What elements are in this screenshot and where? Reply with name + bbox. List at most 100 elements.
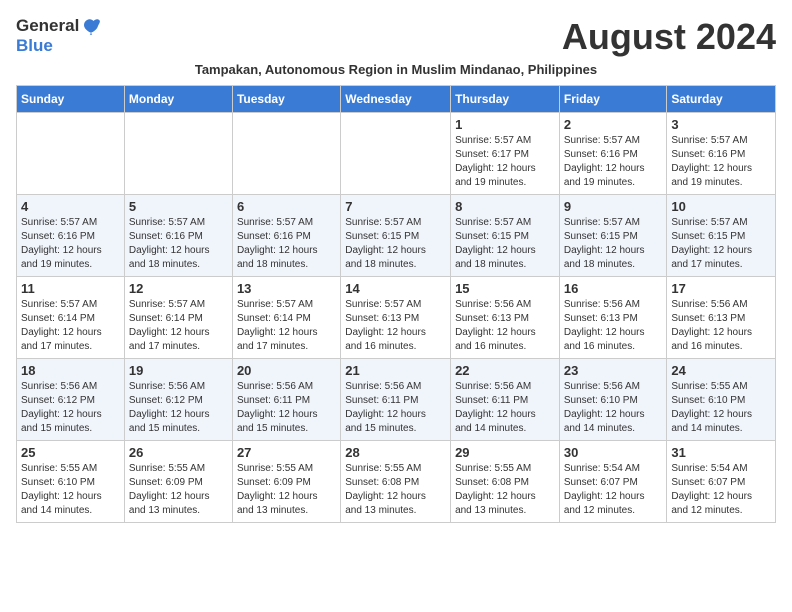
day-info: Sunrise: 5:56 AM Sunset: 6:10 PM Dayligh… — [564, 380, 663, 436]
logo-bird-icon — [81, 17, 101, 35]
day-number: 2 — [564, 117, 663, 132]
day-number: 8 — [455, 199, 555, 214]
day-number: 14 — [345, 281, 446, 296]
day-number: 3 — [671, 117, 771, 132]
day-info: Sunrise: 5:57 AM Sunset: 6:14 PM Dayligh… — [237, 298, 336, 354]
day-info: Sunrise: 5:57 AM Sunset: 6:15 PM Dayligh… — [345, 216, 446, 272]
day-info: Sunrise: 5:56 AM Sunset: 6:13 PM Dayligh… — [564, 298, 663, 354]
weekday-header-wednesday: Wednesday — [341, 86, 451, 113]
day-number: 19 — [129, 363, 228, 378]
day-info: Sunrise: 5:55 AM Sunset: 6:09 PM Dayligh… — [237, 462, 336, 518]
day-info: Sunrise: 5:56 AM Sunset: 6:13 PM Dayligh… — [455, 298, 555, 354]
day-number: 24 — [671, 363, 771, 378]
day-number: 26 — [129, 445, 228, 460]
day-info: Sunrise: 5:56 AM Sunset: 6:12 PM Dayligh… — [21, 380, 120, 436]
calendar-cell — [17, 113, 125, 195]
day-number: 4 — [21, 199, 120, 214]
day-info: Sunrise: 5:57 AM Sunset: 6:16 PM Dayligh… — [237, 216, 336, 272]
day-number: 29 — [455, 445, 555, 460]
logo-blue-text: Blue — [16, 36, 53, 55]
day-info: Sunrise: 5:57 AM Sunset: 6:13 PM Dayligh… — [345, 298, 446, 354]
day-number: 11 — [21, 281, 120, 296]
calendar-week-row: 4 Sunrise: 5:57 AM Sunset: 6:16 PM Daylig… — [17, 195, 776, 277]
day-number: 22 — [455, 363, 555, 378]
calendar-week-row: 18 Sunrise: 5:56 AM Sunset: 6:12 PM Dayli… — [17, 359, 776, 441]
day-number: 13 — [237, 281, 336, 296]
calendar-cell: 3 Sunrise: 5:57 AM Sunset: 6:16 PM Daylig… — [667, 113, 776, 195]
calendar-cell: 6 Sunrise: 5:57 AM Sunset: 6:16 PM Daylig… — [232, 195, 340, 277]
calendar-cell: 15 Sunrise: 5:56 AM Sunset: 6:13 PM Dayli… — [451, 277, 560, 359]
day-number: 1 — [455, 117, 555, 132]
day-number: 15 — [455, 281, 555, 296]
logo: General Blue — [16, 16, 101, 56]
weekday-header-sunday: Sunday — [17, 86, 125, 113]
day-number: 10 — [671, 199, 771, 214]
day-info: Sunrise: 5:57 AM Sunset: 6:16 PM Dayligh… — [21, 216, 120, 272]
day-number: 20 — [237, 363, 336, 378]
calendar-cell: 21 Sunrise: 5:56 AM Sunset: 6:11 PM Dayli… — [341, 359, 451, 441]
calendar-cell: 28 Sunrise: 5:55 AM Sunset: 6:08 PM Dayli… — [341, 441, 451, 523]
day-number: 31 — [671, 445, 771, 460]
day-number: 7 — [345, 199, 446, 214]
day-info: Sunrise: 5:56 AM Sunset: 6:11 PM Dayligh… — [237, 380, 336, 436]
month-title: August 2024 — [562, 16, 776, 58]
calendar-cell: 5 Sunrise: 5:57 AM Sunset: 6:16 PM Daylig… — [124, 195, 232, 277]
calendar-cell: 31Sunrise: 5:54 AM Sunset: 6:07 PM Dayli… — [667, 441, 776, 523]
day-number: 21 — [345, 363, 446, 378]
day-info: Sunrise: 5:57 AM Sunset: 6:15 PM Dayligh… — [564, 216, 663, 272]
weekday-header-thursday: Thursday — [451, 86, 560, 113]
day-info: Sunrise: 5:57 AM Sunset: 6:16 PM Dayligh… — [671, 134, 771, 190]
calendar-cell — [232, 113, 340, 195]
calendar-body: 1 Sunrise: 5:57 AM Sunset: 6:17 PM Daylig… — [17, 113, 776, 523]
calendar-header-row: SundayMondayTuesdayWednesdayThursdayFrid… — [17, 86, 776, 113]
day-number: 25 — [21, 445, 120, 460]
day-info: Sunrise: 5:57 AM Sunset: 6:17 PM Dayligh… — [455, 134, 555, 190]
day-number: 18 — [21, 363, 120, 378]
calendar-cell: 25Sunrise: 5:55 AM Sunset: 6:10 PM Dayli… — [17, 441, 125, 523]
weekday-header-friday: Friday — [559, 86, 667, 113]
day-info: Sunrise: 5:56 AM Sunset: 6:11 PM Dayligh… — [455, 380, 555, 436]
calendar-cell — [341, 113, 451, 195]
day-number: 5 — [129, 199, 228, 214]
calendar-week-row: 1 Sunrise: 5:57 AM Sunset: 6:17 PM Daylig… — [17, 113, 776, 195]
calendar-cell: 14 Sunrise: 5:57 AM Sunset: 6:13 PM Dayli… — [341, 277, 451, 359]
calendar-subtitle: Tampakan, Autonomous Region in Muslim Mi… — [16, 62, 776, 77]
day-number: 17 — [671, 281, 771, 296]
day-info: Sunrise: 5:56 AM Sunset: 6:13 PM Dayligh… — [671, 298, 771, 354]
calendar-cell: 4 Sunrise: 5:57 AM Sunset: 6:16 PM Daylig… — [17, 195, 125, 277]
day-info: Sunrise: 5:55 AM Sunset: 6:08 PM Dayligh… — [455, 462, 555, 518]
day-number: 12 — [129, 281, 228, 296]
day-number: 16 — [564, 281, 663, 296]
day-number: 6 — [237, 199, 336, 214]
day-info: Sunrise: 5:55 AM Sunset: 6:10 PM Dayligh… — [671, 380, 771, 436]
weekday-header-tuesday: Tuesday — [232, 86, 340, 113]
calendar-cell: 18 Sunrise: 5:56 AM Sunset: 6:12 PM Dayli… — [17, 359, 125, 441]
day-info: Sunrise: 5:57 AM Sunset: 6:16 PM Dayligh… — [564, 134, 663, 190]
calendar-cell: 30Sunrise: 5:54 AM Sunset: 6:07 PM Dayli… — [559, 441, 667, 523]
day-info: Sunrise: 5:56 AM Sunset: 6:11 PM Dayligh… — [345, 380, 446, 436]
calendar-cell: 29 Sunrise: 5:55 AM Sunset: 6:08 PM Dayli… — [451, 441, 560, 523]
calendar-cell: 12 Sunrise: 5:57 AM Sunset: 6:14 PM Dayli… — [124, 277, 232, 359]
day-info: Sunrise: 5:57 AM Sunset: 6:16 PM Dayligh… — [129, 216, 228, 272]
day-number: 28 — [345, 445, 446, 460]
day-info: Sunrise: 5:55 AM Sunset: 6:09 PM Dayligh… — [129, 462, 228, 518]
calendar-cell: 2 Sunrise: 5:57 AM Sunset: 6:16 PM Daylig… — [559, 113, 667, 195]
page-header: General Blue August 2024 — [16, 16, 776, 58]
calendar-cell: 27 Sunrise: 5:55 AM Sunset: 6:09 PM Dayli… — [232, 441, 340, 523]
day-info: Sunrise: 5:57 AM Sunset: 6:14 PM Dayligh… — [21, 298, 120, 354]
weekday-header-monday: Monday — [124, 86, 232, 113]
calendar-cell — [124, 113, 232, 195]
day-info: Sunrise: 5:57 AM Sunset: 6:14 PM Dayligh… — [129, 298, 228, 354]
calendar-cell: 22 Sunrise: 5:56 AM Sunset: 6:11 PM Dayli… — [451, 359, 560, 441]
weekday-header-saturday: Saturday — [667, 86, 776, 113]
logo-general-text: General — [16, 16, 79, 36]
calendar-cell: 16 Sunrise: 5:56 AM Sunset: 6:13 PM Dayli… — [559, 277, 667, 359]
day-info: Sunrise: 5:55 AM Sunset: 6:08 PM Dayligh… — [345, 462, 446, 518]
calendar-cell: 24 Sunrise: 5:55 AM Sunset: 6:10 PM Dayli… — [667, 359, 776, 441]
day-info: Sunrise: 5:56 AM Sunset: 6:12 PM Dayligh… — [129, 380, 228, 436]
day-number: 23 — [564, 363, 663, 378]
calendar-cell: 7 Sunrise: 5:57 AM Sunset: 6:15 PM Daylig… — [341, 195, 451, 277]
calendar-week-row: 11 Sunrise: 5:57 AM Sunset: 6:14 PM Dayli… — [17, 277, 776, 359]
day-number: 27 — [237, 445, 336, 460]
calendar-cell: 17 Sunrise: 5:56 AM Sunset: 6:13 PM Dayli… — [667, 277, 776, 359]
